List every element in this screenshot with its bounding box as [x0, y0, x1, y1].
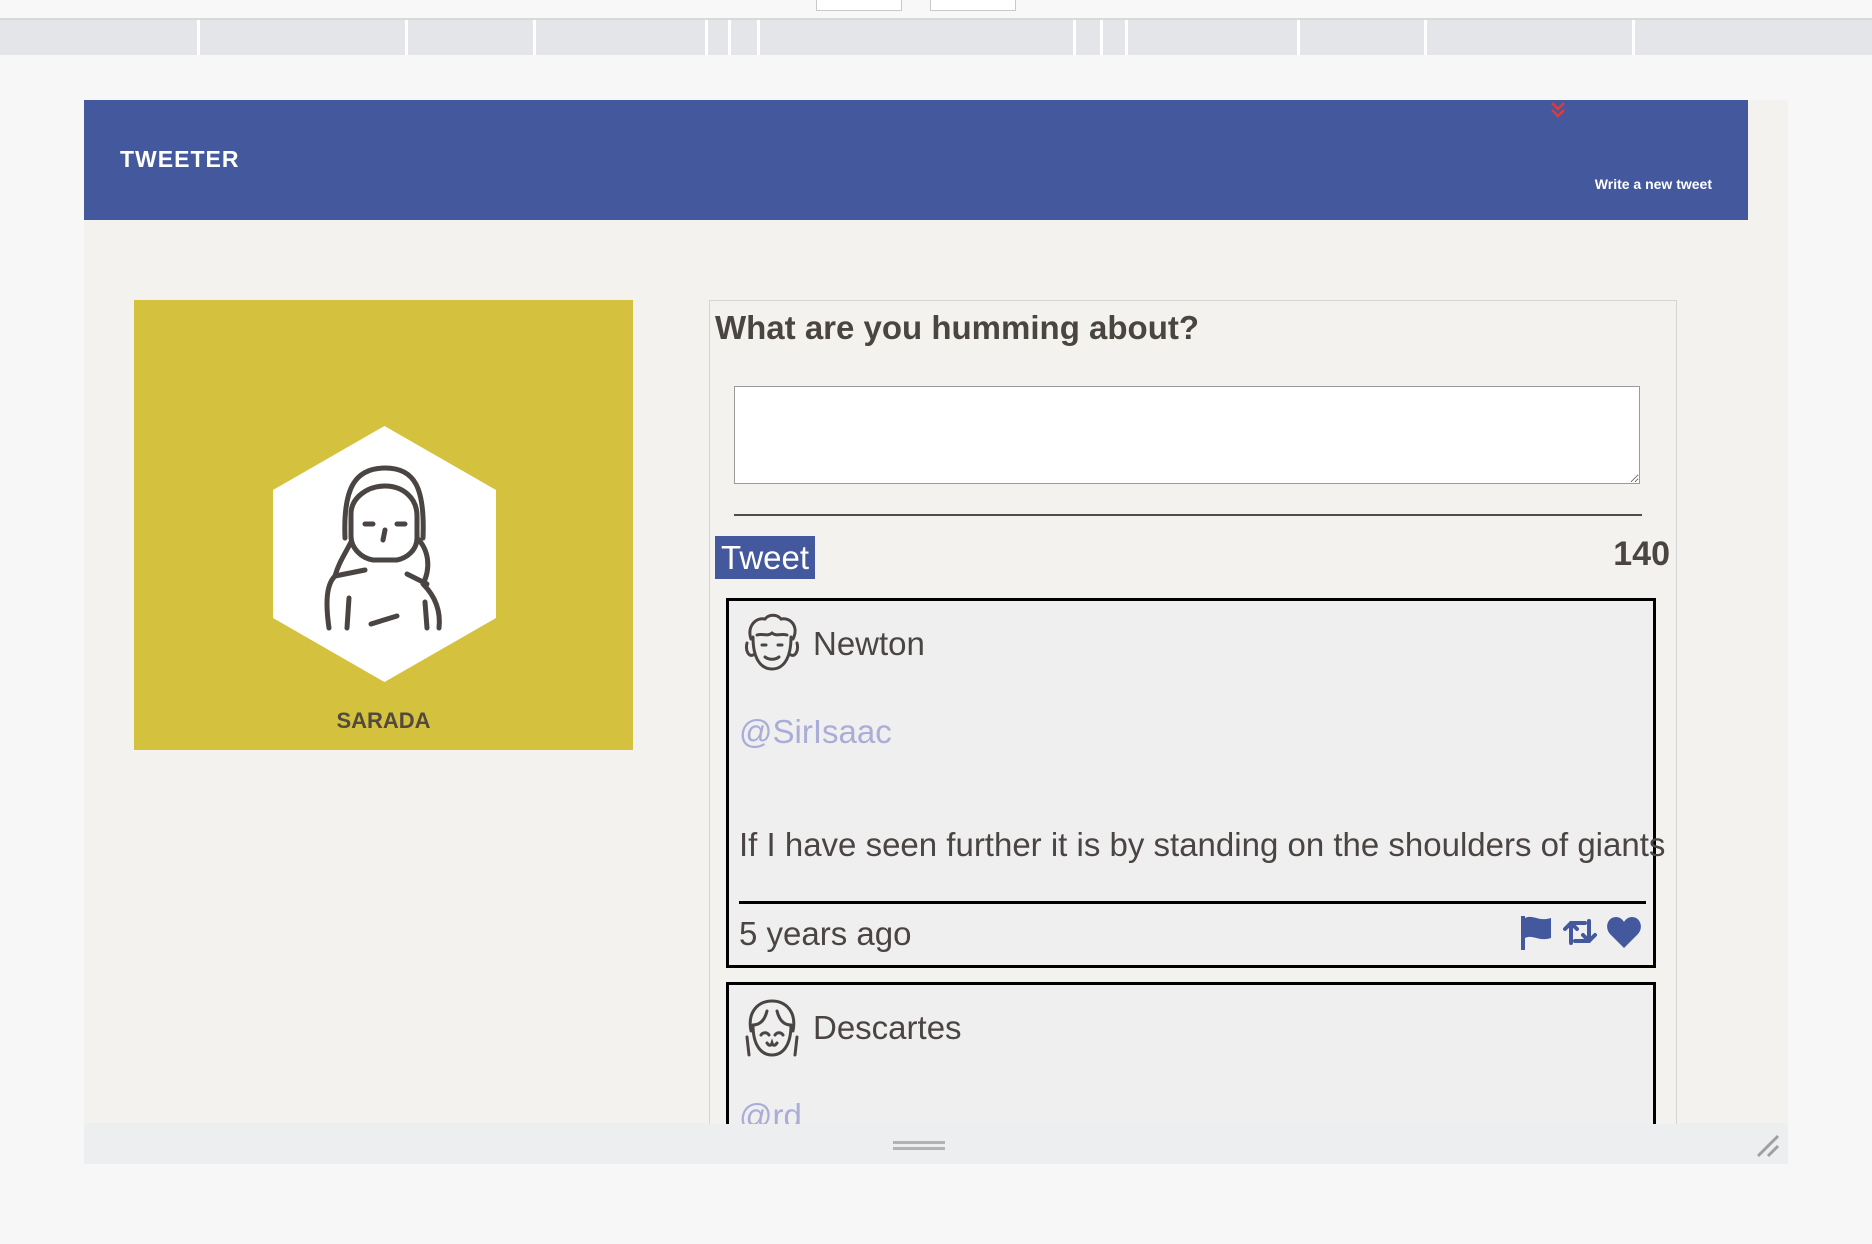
site-header: TWEETER Write a new tweet: [84, 100, 1748, 220]
tweet-author-handle[interactable]: @SirIsaac: [739, 713, 892, 751]
newton-avatar: [745, 613, 799, 671]
descartes-avatar: [745, 999, 799, 1057]
tweet-card: Newton @SirIsaac If I have seen further …: [726, 598, 1665, 968]
tweet-text: If I have seen further it is by standing…: [739, 826, 1666, 863]
chevron-double-down-icon[interactable]: [1548, 100, 1568, 120]
tweet-card: Descartes @rd: [726, 982, 1656, 1124]
tweet-timestamp: 5 years ago: [739, 915, 912, 952]
write-new-tweet-link[interactable]: Write a new tweet: [1595, 176, 1712, 192]
profile-card: SARADA: [134, 300, 633, 750]
compose-prompt: What are you humming about?: [715, 309, 1199, 346]
character-counter: 140: [1613, 535, 1670, 573]
horizontal-resize-handle[interactable]: [893, 1141, 945, 1144]
tweet-author-name[interactable]: Newton: [813, 625, 925, 663]
media-query-ruler: [0, 20, 1872, 55]
tweet-author-handle[interactable]: @rd: [739, 1097, 802, 1124]
heart-icon[interactable]: [1605, 913, 1643, 951]
browser-toolbar-strip: [0, 0, 1872, 20]
user-avatar: [273, 426, 496, 682]
flag-icon[interactable]: [1517, 913, 1555, 951]
tweet-compose-input[interactable]: [734, 386, 1640, 484]
retweet-icon[interactable]: [1561, 913, 1599, 951]
tweet-button[interactable]: Tweet: [715, 536, 816, 579]
height-input-box[interactable]: [930, 0, 1016, 11]
tweet-divider: [739, 901, 1646, 904]
profile-name: SARADA: [336, 708, 431, 733]
tweet-actions: [1517, 913, 1643, 951]
resize-corner-icon[interactable]: [1752, 1130, 1782, 1160]
tweet-author-name[interactable]: Descartes: [813, 1009, 962, 1047]
width-input-box[interactable]: [816, 0, 902, 11]
brand-logo[interactable]: TWEETER: [120, 146, 239, 173]
tweet-panel: What are you humming about? Tweet 140 Ne…: [709, 300, 1677, 1124]
compose-divider: [734, 514, 1642, 516]
